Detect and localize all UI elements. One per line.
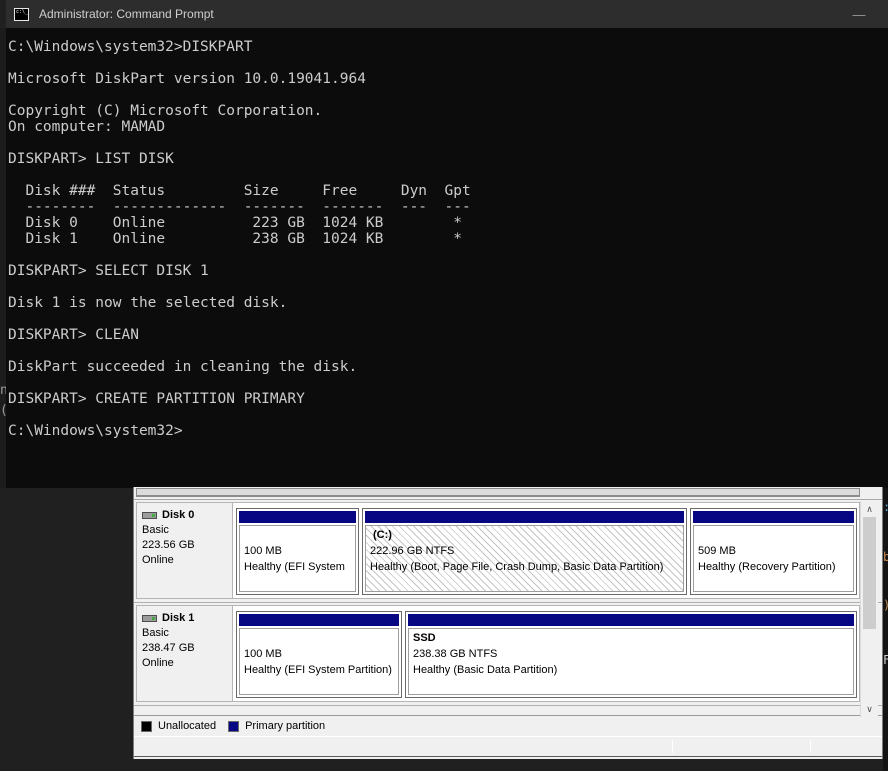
disk1-type: Basic [142, 627, 169, 639]
status-bar-separator [672, 740, 673, 753]
vertical-scrollbar[interactable]: ∧ ∨ [860, 501, 878, 717]
disk1-status: Online [142, 657, 174, 669]
disk1-size: 238.47 GB [142, 642, 195, 654]
screen: n ( c:\_ Administrator: Command Prompt —… [0, 0, 888, 771]
disk1-graph: 100 MB Healthy (EFI System Partition) SS… [233, 605, 860, 702]
partition-size: 100 MB [244, 544, 282, 557]
disk0-name: Disk 0 [162, 509, 195, 521]
status-bar [134, 736, 882, 757]
primary-partition-color-bar [365, 511, 684, 523]
disk0-type: Basic [142, 524, 169, 536]
unallocated-label: Unallocated [158, 720, 217, 732]
right-fragment: : [883, 500, 888, 514]
primary-partition-color-bar [408, 614, 854, 626]
disk0-graph: 100 MB Healthy (EFI System (C:) 222.96 G… [233, 502, 860, 599]
disk0-partition-c[interactable]: (C:) 222.96 GB NTFS Healthy (Boot, Page … [362, 508, 687, 595]
primary-partition-color-bar [239, 614, 399, 626]
partition-health: Healthy (EFI System [244, 560, 345, 573]
right-fragment: b [883, 550, 888, 564]
horizontal-scrollbar[interactable] [134, 487, 882, 500]
scroll-up-icon[interactable]: ∧ [861, 501, 878, 517]
disk-drive-icon [142, 512, 157, 519]
minimize-button[interactable]: — [842, 0, 876, 28]
disk1-partition-efi[interactable]: 100 MB Healthy (EFI System Partition) [236, 611, 402, 698]
primary-partition-swatch [228, 720, 240, 732]
terminal-area[interactable]: C:\Windows\system32>DISKPART Microsoft D… [6, 28, 888, 488]
disk0-partition-recovery[interactable]: 509 MB Healthy (Recovery Partition) [690, 508, 857, 595]
partition-health: Healthy (Boot, Page File, Crash Dump, Ba… [370, 561, 664, 573]
disk-row-1: Disk 1 Basic 238.47 GB Online 100 MB Hea… [134, 603, 882, 706]
disk0-partition-efi[interactable]: 100 MB Healthy (EFI System [236, 508, 359, 595]
right-fragment: F [883, 653, 888, 667]
partition-health: Healthy (Basic Data Partition) [413, 664, 558, 676]
partition-size: 100 MB [244, 647, 282, 660]
status-bar-separator [810, 740, 811, 753]
partition-health: Healthy (EFI System Partition) [244, 663, 392, 676]
primary-partition-color-bar [693, 511, 854, 523]
right-fragment: ) [883, 598, 888, 612]
cmd-titlebar[interactable]: c:\_ Administrator: Command Prompt — [6, 0, 888, 28]
disk1-label-cell[interactable]: Disk 1 Basic 238.47 GB Online [136, 605, 233, 702]
partition-size: 509 MB [698, 544, 736, 557]
terminal-output: C:\Windows\system32>DISKPART Microsoft D… [8, 39, 471, 439]
primary-partition-color-bar [239, 511, 356, 523]
horizontal-scrollbar-thumb[interactable] [136, 488, 860, 497]
window-title: Administrator: Command Prompt [39, 7, 214, 21]
partition-size: 238.38 GB NTFS [413, 648, 498, 660]
command-prompt-window: c:\_ Administrator: Command Prompt — C:\… [6, 0, 888, 488]
partition-size: 222.96 GB NTFS [370, 545, 455, 557]
partition-health: Healthy (Recovery Partition) [698, 560, 836, 573]
partition-legend: Unallocated Primary partition [134, 715, 882, 736]
partition-label: SSD [413, 632, 436, 644]
disk-drive-icon [142, 615, 157, 622]
disk-management-window: Disk 0 Basic 223.56 GB Online 100 MB Hea… [133, 487, 883, 759]
unallocated-swatch [141, 720, 152, 732]
primary-partition-label: Primary partition [245, 720, 326, 732]
disk1-partition-ssd[interactable]: SSD 238.38 GB NTFS Healthy (Basic Data P… [405, 611, 857, 698]
partition-label: (C:) [373, 529, 392, 541]
disk0-label-cell[interactable]: Disk 0 Basic 223.56 GB Online [136, 502, 233, 599]
command-prompt-icon: c:\_ [14, 7, 29, 21]
disk1-name: Disk 1 [162, 612, 195, 624]
background-window-right-sliver: : b ) F [883, 488, 888, 771]
disk-row-0: Disk 0 Basic 223.56 GB Online 100 MB Hea… [134, 500, 882, 603]
vertical-scrollbar-thumb[interactable] [863, 517, 876, 629]
disk0-size: 223.56 GB [142, 539, 195, 551]
scroll-down-icon[interactable]: ∨ [861, 701, 878, 717]
disk0-status: Online [142, 554, 174, 566]
